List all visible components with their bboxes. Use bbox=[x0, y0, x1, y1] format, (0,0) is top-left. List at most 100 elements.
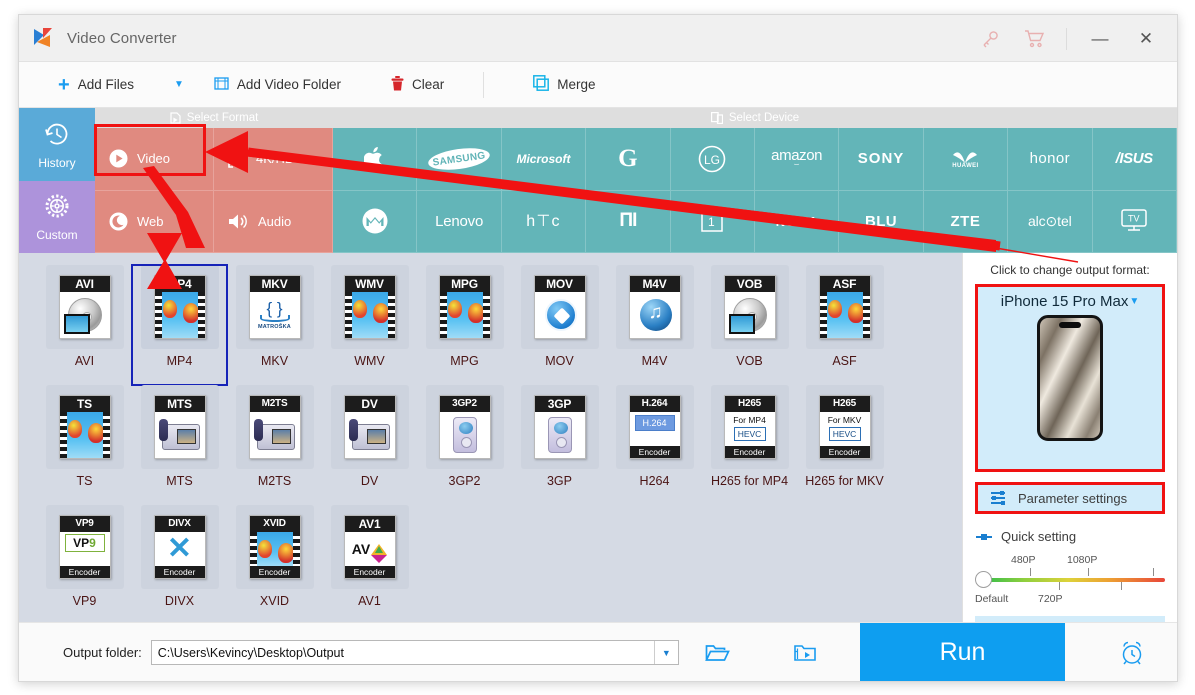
format-item-mp4[interactable]: MP4 MP4 bbox=[131, 264, 228, 386]
format-badge: DIVX bbox=[154, 516, 205, 532]
sliders-icon bbox=[990, 490, 1008, 506]
format-item-label: M4V bbox=[641, 354, 668, 368]
quality-label-720p: 720P bbox=[1038, 593, 1063, 605]
device-brand-amazon[interactable]: amazon ⌣ bbox=[754, 128, 840, 191]
format-item-vob[interactable]: VOB VOB bbox=[702, 265, 797, 385]
device-brand-huawei[interactable]: HUAWEI bbox=[923, 128, 1009, 191]
format-category-4khd[interactable]: 4K/HD bbox=[214, 128, 333, 191]
cart-icon[interactable] bbox=[1012, 15, 1056, 62]
svg-text:1: 1 bbox=[708, 215, 715, 229]
format-item-label: MOV bbox=[545, 354, 574, 368]
merge-button[interactable]: Merge bbox=[524, 62, 604, 107]
device-brand-mi[interactable]: ΠI bbox=[586, 190, 671, 253]
format-category-video[interactable]: Video bbox=[95, 128, 214, 191]
format-badge: WMV bbox=[344, 276, 395, 292]
quality-label-default: Default bbox=[975, 593, 1009, 605]
format-item-m4v[interactable]: M4V M4V bbox=[607, 265, 702, 385]
merge-icon bbox=[533, 75, 550, 94]
parameter-settings-button[interactable]: Parameter settings bbox=[975, 482, 1165, 514]
format-category-grid: Video 4K/HD Web Audio bbox=[95, 128, 333, 253]
quality-slider-knob[interactable] bbox=[975, 571, 992, 588]
sidebar-item-history[interactable]: History bbox=[19, 108, 95, 181]
device-brand-alcatel[interactable]: alc⊙tel bbox=[1008, 190, 1093, 253]
device-brand-lg[interactable]: LG bbox=[670, 128, 755, 191]
hevc-chip: HEVC bbox=[828, 427, 861, 441]
format-item-avi[interactable]: AVI AVI bbox=[37, 265, 132, 385]
format-category-web[interactable]: Web bbox=[95, 190, 214, 253]
add-video-folder-button[interactable]: Add Video Folder bbox=[205, 62, 350, 107]
run-button[interactable]: Run bbox=[860, 623, 1065, 681]
add-files-dropdown[interactable]: ▼ bbox=[165, 62, 193, 107]
bottom-bar: Output folder: C:\Users\Kevincy\Desktop\… bbox=[19, 622, 1177, 681]
format-category-audio[interactable]: Audio bbox=[214, 190, 333, 253]
device-brand-one[interactable]: 1 bbox=[670, 190, 755, 253]
output-folder-dropdown[interactable]: ▼ bbox=[653, 641, 678, 664]
format-item-wmv[interactable]: WMV WMV bbox=[322, 265, 417, 385]
add-files-button[interactable]: + Add Files bbox=[49, 62, 143, 107]
titlebar-divider bbox=[1066, 27, 1067, 50]
format-item-mpg[interactable]: MPG MPG bbox=[417, 265, 512, 385]
format-item-h265-mp4[interactable]: H265 For MP4 HEVC Encoder H265 for MP4 bbox=[702, 385, 797, 505]
device-brand-apple[interactable] bbox=[333, 128, 418, 191]
format-item-dv[interactable]: DV DV bbox=[322, 385, 417, 505]
device-brand-microsoft[interactable]: Microsoft bbox=[501, 128, 587, 191]
format-item-label: AV1 bbox=[358, 594, 381, 608]
devices-icon bbox=[710, 112, 723, 124]
format-encoder-label: Encoder bbox=[59, 566, 110, 578]
clear-button[interactable]: Clear bbox=[382, 62, 453, 107]
format-item-mts[interactable]: MTS MTS bbox=[132, 385, 227, 505]
format-item-h264[interactable]: H.264 H.264 Encoder H264 bbox=[607, 385, 702, 505]
format-item-asf[interactable]: ASF ASF bbox=[797, 265, 892, 385]
format-item-label: H265 for MP4 bbox=[710, 474, 789, 488]
device-brand-htc[interactable]: h⊤c bbox=[501, 190, 587, 253]
format-item-mov[interactable]: MOV MOV bbox=[512, 265, 607, 385]
key-icon[interactable] bbox=[968, 15, 1012, 62]
format-badge: 3GP bbox=[534, 396, 585, 412]
side-tabs: History Custom bbox=[19, 108, 95, 253]
format-item-label: WMV bbox=[354, 354, 385, 368]
format-item-vp9[interactable]: VP9 VP9 Encoder VP9 bbox=[37, 505, 132, 625]
device-brand-google[interactable]: G bbox=[586, 128, 671, 191]
format-item-label: H265 for MKV bbox=[805, 474, 884, 488]
format-item-label: DIVX bbox=[164, 594, 195, 608]
output-format-preview[interactable]: iPhone 15 Pro Max ▼ bbox=[975, 284, 1165, 472]
format-item-h265-mkv[interactable]: H265 For MKV HEVC Encoder H265 for MKV bbox=[797, 385, 892, 505]
format-item-av1[interactable]: AV1 AV Encoder AV1 bbox=[322, 505, 417, 625]
device-brand-asus[interactable]: /ISUS bbox=[1092, 128, 1177, 191]
close-button[interactable]: ✕ bbox=[1123, 15, 1169, 62]
format-item-label: MP4 bbox=[166, 354, 193, 368]
format-item-mkv[interactable]: MKV { } MATROŠKA MKV bbox=[227, 265, 322, 385]
device-brand-honor[interactable]: honor bbox=[1008, 128, 1093, 191]
device-brand-samsung[interactable]: SAMSUNG bbox=[417, 128, 502, 191]
media-folder-button[interactable] bbox=[793, 643, 817, 663]
format-item-m2ts[interactable]: M2TS M2TS bbox=[227, 385, 322, 505]
merge-label: Merge bbox=[557, 77, 596, 92]
format-item-xvid[interactable]: XVID Encoder XVID bbox=[227, 505, 322, 625]
format-item-divx[interactable]: DIVX ✕ Encoder DIVX bbox=[132, 505, 227, 625]
quality-slider[interactable]: 480P 1080P Default 720P bbox=[975, 554, 1165, 608]
device-brand-motorola[interactable] bbox=[333, 190, 418, 253]
device-brand-sony[interactable]: SONY bbox=[839, 128, 924, 191]
add-video-folder-label: Add Video Folder bbox=[236, 77, 341, 92]
device-brand-tv[interactable]: TV bbox=[1092, 190, 1177, 253]
format-item-3gp[interactable]: 3GP 3GP bbox=[512, 385, 607, 505]
open-folder-button[interactable] bbox=[704, 643, 730, 663]
alarm-clock-button[interactable] bbox=[1119, 623, 1145, 681]
format-badge: MKV bbox=[249, 276, 300, 292]
output-folder-input[interactable]: C:\Users\Kevincy\Desktop\Output ▼ bbox=[150, 640, 679, 665]
format-encoder-label: Encoder bbox=[819, 446, 870, 458]
sidebar-item-custom[interactable]: Custom bbox=[19, 180, 95, 253]
chevron-down-icon[interactable]: ▼ bbox=[1129, 296, 1139, 307]
device-brand-lenovo[interactable]: Lenovo bbox=[417, 190, 502, 253]
file-icon bbox=[170, 112, 181, 124]
device-brand-blu[interactable]: BLU bbox=[839, 190, 924, 253]
device-brand-nokia[interactable]: NOKIA bbox=[754, 190, 840, 253]
minimize-button[interactable]: — bbox=[1077, 15, 1123, 62]
output-format-title: iPhone 15 Pro Max ▼ bbox=[1001, 293, 1139, 310]
format-item-label: MPG bbox=[450, 354, 479, 368]
format-item-3gp2[interactable]: 3GP2 3GP2 bbox=[417, 385, 512, 505]
sidebar-item-custom-label: Custom bbox=[36, 228, 78, 243]
device-brand-grid: SAMSUNG Microsoft G LG amazon ⌣ SONY HUA… bbox=[333, 128, 1177, 253]
device-brand-zte[interactable]: ZTE bbox=[923, 190, 1009, 253]
format-item-ts[interactable]: TS TS bbox=[37, 385, 132, 505]
